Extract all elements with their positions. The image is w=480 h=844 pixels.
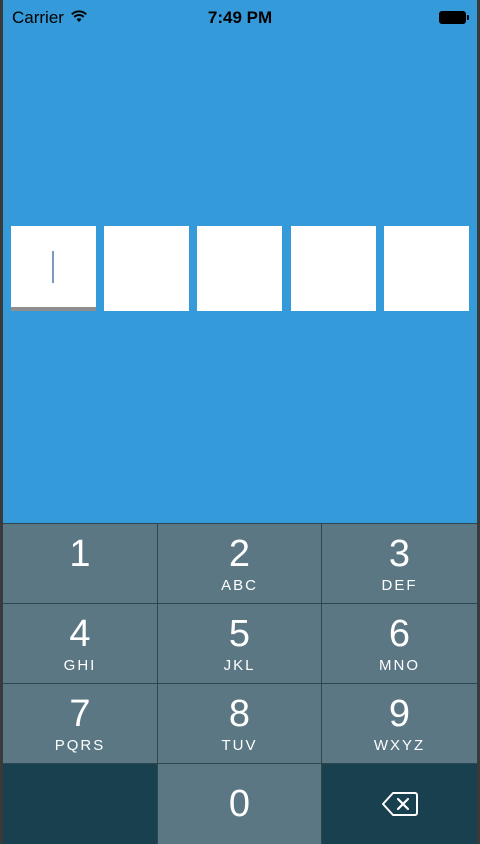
key-letters: DEF xyxy=(381,576,418,594)
key-2[interactable]: 2 ABC xyxy=(158,524,321,603)
key-letters: MNO xyxy=(379,656,420,674)
numeric-keypad: 1 2 ABC 3 DEF 4 GHI 5 JKL 6 MNO 7 PQRS 8… xyxy=(3,523,477,844)
backspace-icon xyxy=(381,791,419,817)
key-5[interactable]: 5 JKL xyxy=(158,604,321,683)
key-0[interactable]: 0 xyxy=(158,764,321,844)
key-digit: 7 xyxy=(69,692,91,735)
code-box-4[interactable] xyxy=(291,226,376,311)
key-digit: 1 xyxy=(69,532,91,575)
active-underline xyxy=(11,307,96,311)
key-9[interactable]: 9 WXYZ xyxy=(322,684,477,763)
key-1[interactable]: 1 xyxy=(3,524,157,603)
delete-key[interactable] xyxy=(322,764,477,844)
key-digit: 2 xyxy=(228,532,251,575)
code-box-2[interactable] xyxy=(104,226,189,311)
key-digit: 0 xyxy=(228,783,251,825)
key-digit: 5 xyxy=(228,612,251,655)
key-4[interactable]: 4 GHI xyxy=(3,604,157,683)
key-8[interactable]: 8 TUV xyxy=(158,684,321,763)
key-letters: PQRS xyxy=(54,736,106,754)
key-7[interactable]: 7 PQRS xyxy=(3,684,157,763)
code-box-1[interactable] xyxy=(11,226,96,311)
code-input-row xyxy=(11,226,471,311)
screen: Carrier 7:49 PM 1 2 ABC 3 DEF 4 GHI 5 JK… xyxy=(3,0,477,844)
key-letters: JKL xyxy=(223,656,256,674)
key-letters: ABC xyxy=(221,576,258,594)
key-digit: 9 xyxy=(388,692,411,735)
code-box-5[interactable] xyxy=(384,226,469,311)
key-digit: 8 xyxy=(228,692,251,735)
key-3[interactable]: 3 DEF xyxy=(322,524,477,603)
status-time: 7:49 PM xyxy=(207,8,273,27)
key-letters: GHI xyxy=(63,656,97,674)
key-letters: TUV xyxy=(221,736,258,754)
battery-icon xyxy=(439,11,469,24)
code-box-3[interactable] xyxy=(197,226,282,311)
key-letters: WXYZ xyxy=(373,736,426,754)
key-digit: 6 xyxy=(388,612,411,655)
text-cursor xyxy=(52,251,54,283)
key-digit: 3 xyxy=(388,532,411,575)
status-bar: Carrier 7:49 PM xyxy=(3,0,477,36)
blank-key xyxy=(3,764,157,844)
key-6[interactable]: 6 MNO xyxy=(322,604,477,683)
key-digit: 4 xyxy=(69,612,91,655)
